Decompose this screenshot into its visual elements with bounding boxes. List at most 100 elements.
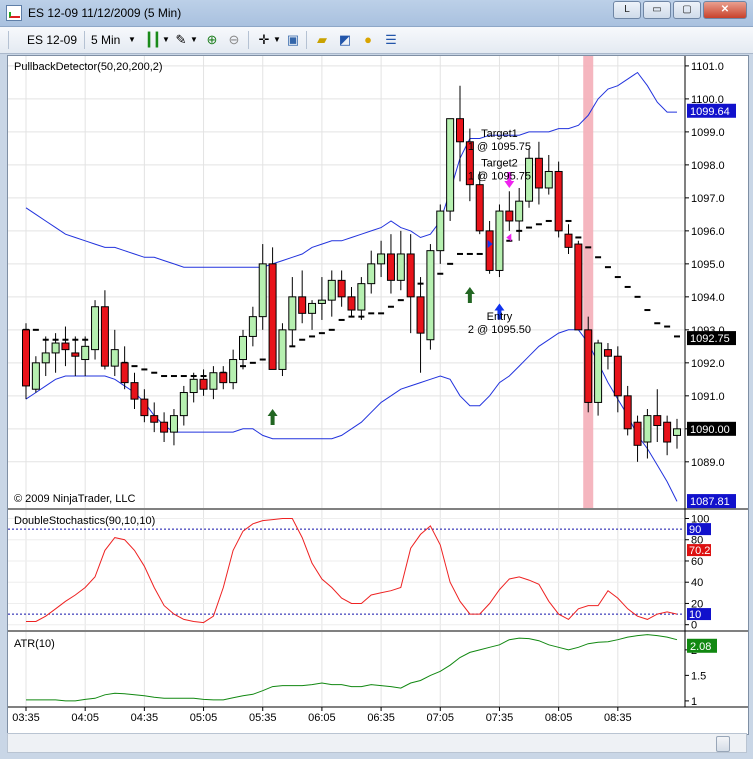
chart-icon[interactable]: ◩ [336,31,354,49]
list-icon[interactable]: ☰ [382,31,400,49]
candle-down [653,415,662,427]
price-marker-label: 1090.00 [690,424,730,436]
candle-down [61,342,70,351]
zoom-in-icon[interactable]: ⊕ [203,31,221,49]
time-tick-label: 07:05 [427,712,455,724]
candle-down [140,398,149,417]
chevron-down-icon[interactable]: ▼ [273,32,281,48]
target2-qty: 1 @ 1095.75 [468,171,531,183]
candle-down [505,210,514,222]
chart-toolbar: ES 12-09 5 Min ▼ ┃┃ ▼ ✎ ▼ ⊕ ⊖ ✛ ▼ ▣ ▰ ◩ … [0,27,753,54]
candle-up [278,329,287,370]
candle-down [130,382,139,400]
stoch-marker-label: 90 [689,524,701,536]
price-marker-label: 1092.75 [690,333,730,345]
chevron-down-icon[interactable]: ▼ [190,32,198,48]
crosshair-icon[interactable]: ✛ [255,31,273,49]
candle-up [643,415,652,443]
dollar-icon[interactable]: ● [359,31,377,49]
interval-dropdown-icon[interactable]: ▼ [128,32,136,48]
price-tick-label: 1097.0 [691,193,725,205]
candlestick-icon[interactable]: ┃┃ [144,31,162,49]
target1-label: Target1 [481,128,518,140]
price-tick-label: 1098.0 [691,160,725,172]
chart-panel[interactable]: 03:35 04:05 04:35 05:05 05:35 06:05 06:35 07:05… [7,55,749,735]
atr-panel-title: ATR(10) [14,638,55,650]
link-button[interactable]: L [613,1,641,19]
candle-up [436,210,445,252]
title-bar: ES 12-09 11/12/2009 (5 Min) L ▭ ▢ ✕ [0,0,753,27]
price-marker-label: 1087.81 [690,496,730,508]
candle-down [268,263,277,370]
atr-tick-label: 1.5 [691,670,706,682]
properties-icon[interactable]: ▣ [284,31,302,49]
time-tick-label: 03:35 [12,712,40,724]
candle-up [594,342,603,403]
candle-down [663,421,672,443]
toolbar-separator [248,31,249,49]
target1-qty: 1 @ 1095.75 [468,141,531,153]
price-tick-label: 1096.0 [691,226,725,238]
candle-down [219,372,228,384]
stoch-tick-label: 40 [691,577,703,589]
candle-up [229,359,238,384]
copyright-text: © 2009 NinjaTrader, LLC [14,493,135,505]
candle-up [31,362,40,390]
candle-down [584,329,593,403]
candle-up [357,283,366,311]
interval-selector[interactable]: 5 Min [91,32,120,48]
candle-up [673,428,681,436]
candle-down [406,253,415,298]
toolbar-separator [84,31,85,49]
time-tick-label: 04:05 [71,712,99,724]
stoch-tick-label: 0 [691,620,697,632]
window-controls: L ▭ ▢ ✕ [613,1,747,19]
candle-down [574,243,583,331]
candle-down [603,349,612,357]
stoch-marker-label: 10 [689,609,701,621]
candle-down [120,362,129,384]
candle-up [515,200,524,222]
folder-icon[interactable]: ▰ [313,31,331,49]
price-tick-label: 1094.0 [691,292,725,304]
minimize-button[interactable]: ▭ [643,1,671,19]
price-tick-label: 1099.0 [691,127,725,139]
time-tick-label: 04:35 [131,712,159,724]
time-tick-label: 06:05 [308,712,336,724]
candle-up [41,352,50,364]
price-tick-label: 1091.0 [691,391,725,403]
candle-up [258,263,267,318]
candle-down [347,296,356,311]
entry-label: Entry [487,311,513,323]
horizontal-scrollbar[interactable] [7,733,747,753]
candle-down [623,395,632,430]
candle-down [554,170,563,232]
candle-up [179,392,188,417]
stoch-tick-label: 60 [691,556,703,568]
chevron-down-icon[interactable]: ▼ [162,32,170,48]
target2-label: Target2 [481,158,518,170]
candle-up [110,349,119,367]
pencil-icon[interactable]: ✎ [172,31,190,49]
candle-up [169,415,178,433]
price-marker-label: 1099.64 [690,106,730,118]
close-button[interactable]: ✕ [703,1,747,19]
candle-up [377,253,386,265]
scroll-thumb[interactable] [716,736,730,752]
stochastics-panel-title: DoubleStochastics(90,10,10) [14,515,155,527]
entry-qty: 2 @ 1095.50 [468,324,531,336]
candle-down [475,184,484,232]
instrument-selector[interactable]: ES 12-09 [27,32,77,48]
candle-up [81,345,90,361]
chart-canvas[interactable]: 03:35 04:05 04:35 05:05 05:35 06:05 06:35 07:05… [8,56,748,734]
candle-up [544,170,553,189]
zoom-out-icon[interactable]: ⊖ [225,31,243,49]
candle-down [386,253,395,281]
time-tick-label: 08:35 [604,712,632,724]
candle-up [327,279,336,301]
maximize-button[interactable]: ▢ [673,1,701,19]
candle-down [150,415,159,423]
price-tick-label: 1101.0 [691,61,724,73]
candle-down [71,352,80,357]
candle-down [564,233,573,248]
